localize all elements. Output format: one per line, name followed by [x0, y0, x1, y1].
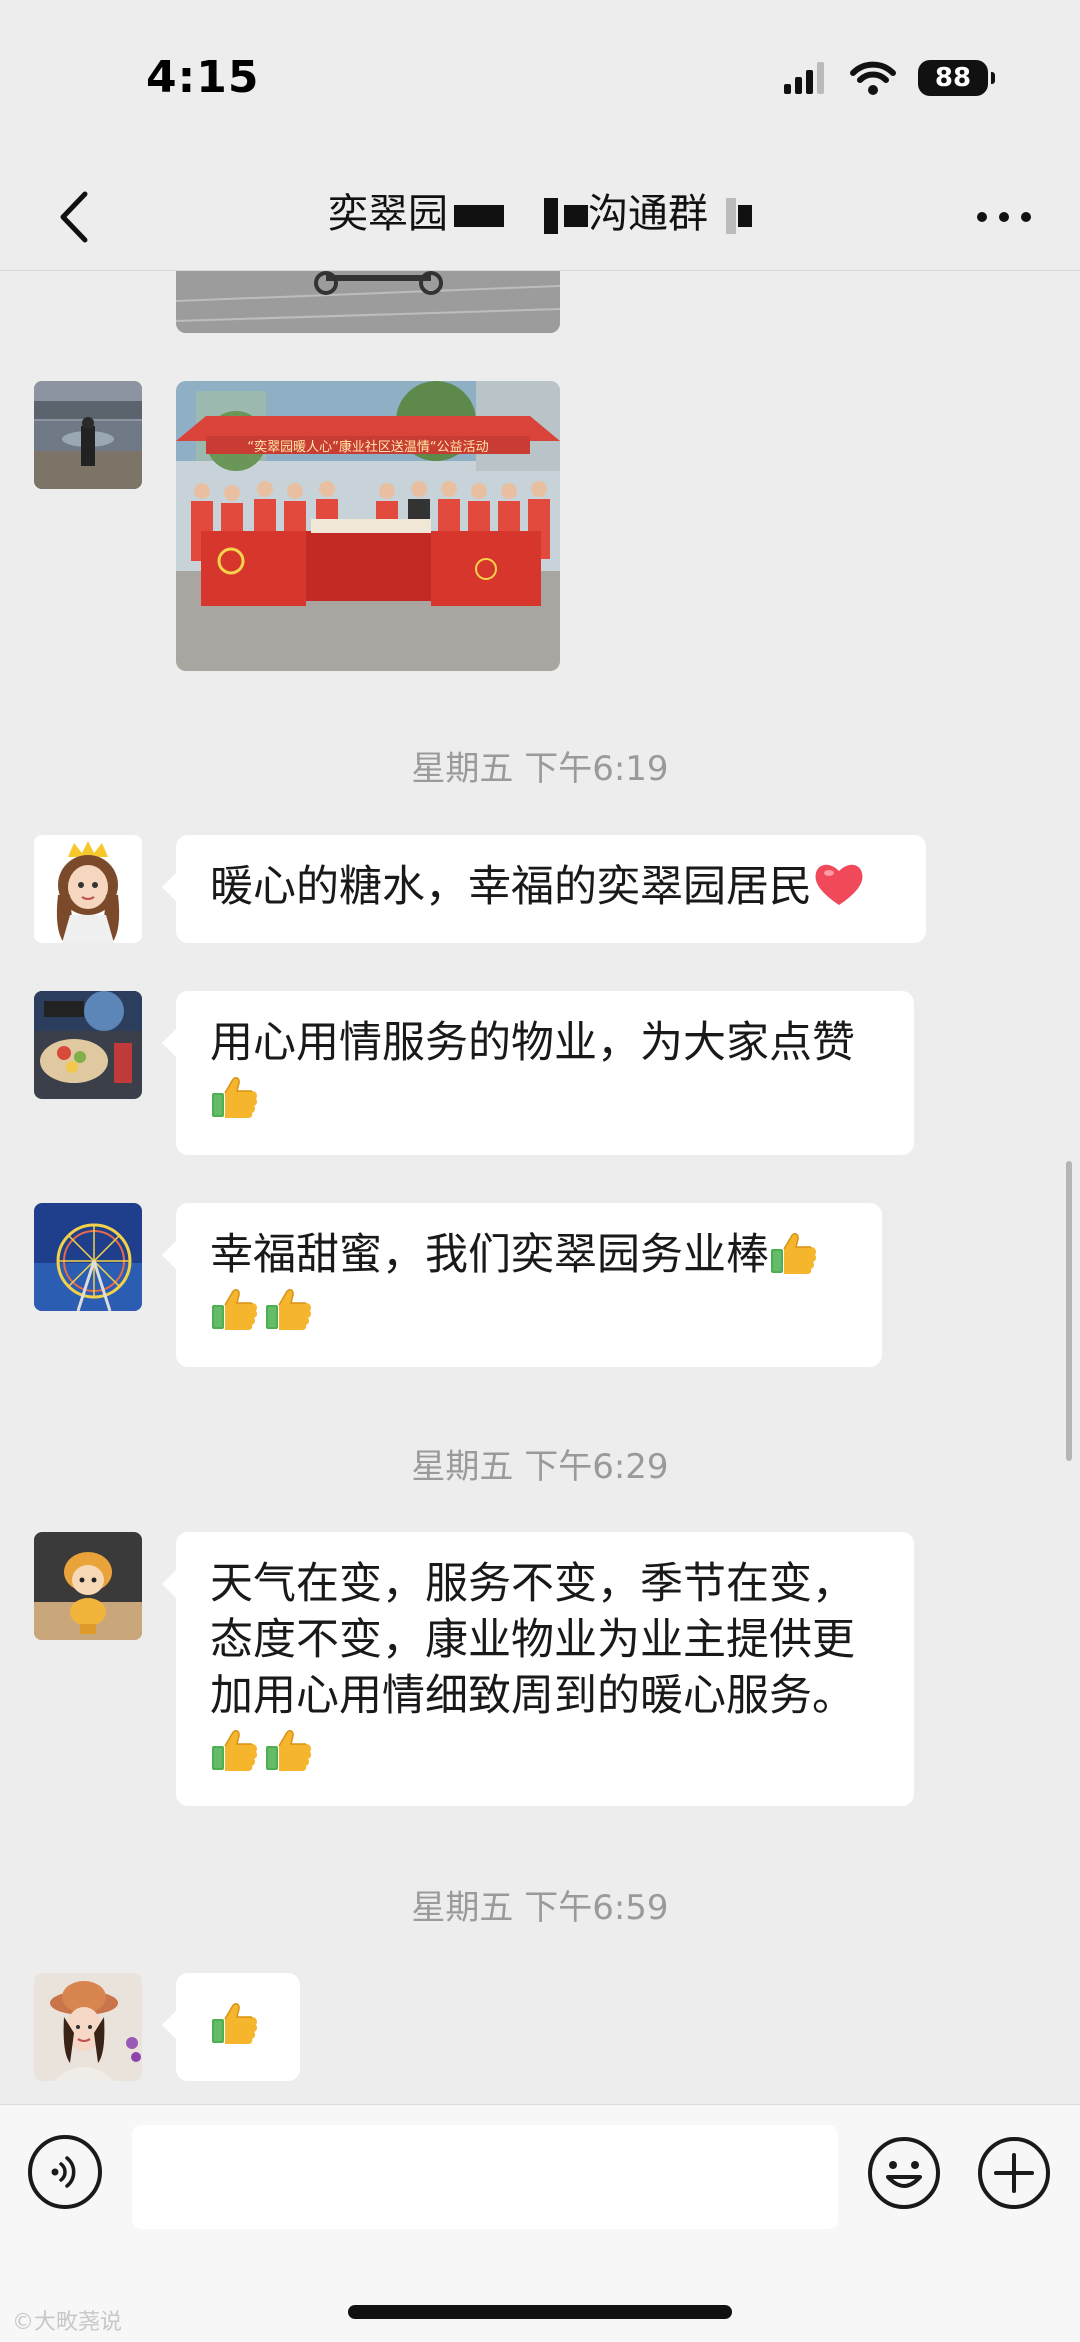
more-button[interactable]: [964, 182, 1044, 252]
message-timestamp: 星期五 下午6:19: [411, 749, 669, 789]
heart-icon: [815, 864, 863, 905]
avatar-woman-hat: [34, 1973, 142, 2081]
chat-header: 奕翠园 沟通群: [0, 160, 1080, 271]
image-message-partial[interactable]: [176, 271, 560, 333]
message-text-line: 天气在变，服务不变，季节在变，: [210, 1559, 855, 1609]
thumbs-up-icon: [210, 1283, 260, 1333]
message-bubble[interactable]: 用心用情服务的物业，为大家点赞: [162, 991, 914, 1155]
event-photo: “奕翠园暖人心”康业社区送温情“公益活动: [176, 381, 560, 671]
cellular-signal-icon: [784, 62, 824, 94]
more-actions-button[interactable]: [976, 2135, 1052, 2211]
emoji-button[interactable]: [866, 2135, 942, 2211]
banner-text: “奕翠园暖人心”康业社区送温情“公益活动: [247, 439, 488, 455]
avatar-cartoon-girl: [34, 835, 142, 943]
message-text-line: 加用心用情细致周到的暖心服务。: [210, 1671, 855, 1721]
avatar-ferris-wheel: [34, 1203, 142, 1311]
message-bubble[interactable]: [162, 1973, 300, 2081]
avatar-doll: [34, 1532, 142, 1640]
chat-title: 奕翠园 沟通群: [0, 182, 1080, 246]
redaction-block: [738, 205, 752, 227]
status-time: 4:15: [146, 52, 260, 103]
redaction-block: [726, 198, 736, 234]
thumbs-up-icon: [210, 1997, 260, 2047]
status-icons: 88: [784, 58, 995, 98]
avatar[interactable]: [34, 1532, 142, 1640]
street-photo: [176, 271, 560, 333]
redaction-block: [454, 205, 504, 227]
thumbs-up-icon: [769, 1227, 819, 1277]
message-text: 用心用情服务的物业，为大家点赞: [210, 1018, 855, 1068]
redaction-block: [544, 198, 558, 234]
image-message[interactable]: “奕翠园暖人心”康业社区送温情“公益活动: [176, 381, 560, 671]
thumbs-up-icon: [264, 1724, 314, 1774]
avatar-street: [34, 381, 142, 489]
avatar[interactable]: [34, 991, 142, 1099]
redaction-block: [564, 205, 588, 227]
wifi-icon: [850, 61, 896, 95]
avatar[interactable]: [34, 1203, 142, 1311]
chat-message-list[interactable]: “奕翠园暖人心”康业社区送温情“公益活动 星期五 下午6:19 暖心的糖水，幸福…: [0, 271, 1080, 2104]
message-text: 幸福甜蜜，我们奕翠园务业棒: [210, 1230, 769, 1280]
more-dots-icon: [977, 212, 1031, 222]
watermark: ©大畋荛说: [12, 2310, 123, 2335]
thumbs-up-icon: [264, 1283, 314, 1333]
chat-title-prefix: 奕翠园: [328, 191, 448, 237]
message-bubble[interactable]: 幸福甜蜜，我们奕翠园务业棒: [162, 1203, 882, 1367]
home-indicator[interactable]: [348, 2305, 732, 2319]
plus-icon: [978, 2137, 1050, 2209]
thumbs-up-icon: [210, 1724, 260, 1774]
voice-icon: [51, 2156, 76, 2188]
avatar[interactable]: [34, 381, 142, 489]
message-text-line: 态度不变，康业物业为业主提供更: [210, 1615, 855, 1665]
avatar[interactable]: [34, 1973, 142, 2081]
avatar[interactable]: [34, 835, 142, 943]
message-bubble[interactable]: 暖心的糖水，幸福的奕翠园居民: [162, 835, 926, 943]
message-timestamp: 星期五 下午6:29: [411, 1447, 669, 1487]
message-text-input[interactable]: [132, 2125, 838, 2229]
avatar-cake: [34, 991, 142, 1099]
message-timestamp: 星期五 下午6:59: [411, 1888, 669, 1928]
thumbs-up-icon: [210, 1071, 260, 1121]
chat-title-suffix: 沟通群: [588, 191, 708, 237]
battery-indicator: 88: [918, 60, 995, 96]
message-text: 暖心的糖水，幸福的奕翠园居民: [210, 862, 812, 912]
status-bar: 4:15 88: [0, 0, 1080, 160]
chat-scrollbar[interactable]: [1066, 1161, 1072, 1461]
emoji-icon: [868, 2137, 940, 2209]
message-bubble[interactable]: 天气在变，服务不变，季节在变， 态度不变，康业物业为业主提供更 加用心用情细致周…: [162, 1532, 914, 1806]
voice-input-button[interactable]: [28, 2135, 102, 2209]
